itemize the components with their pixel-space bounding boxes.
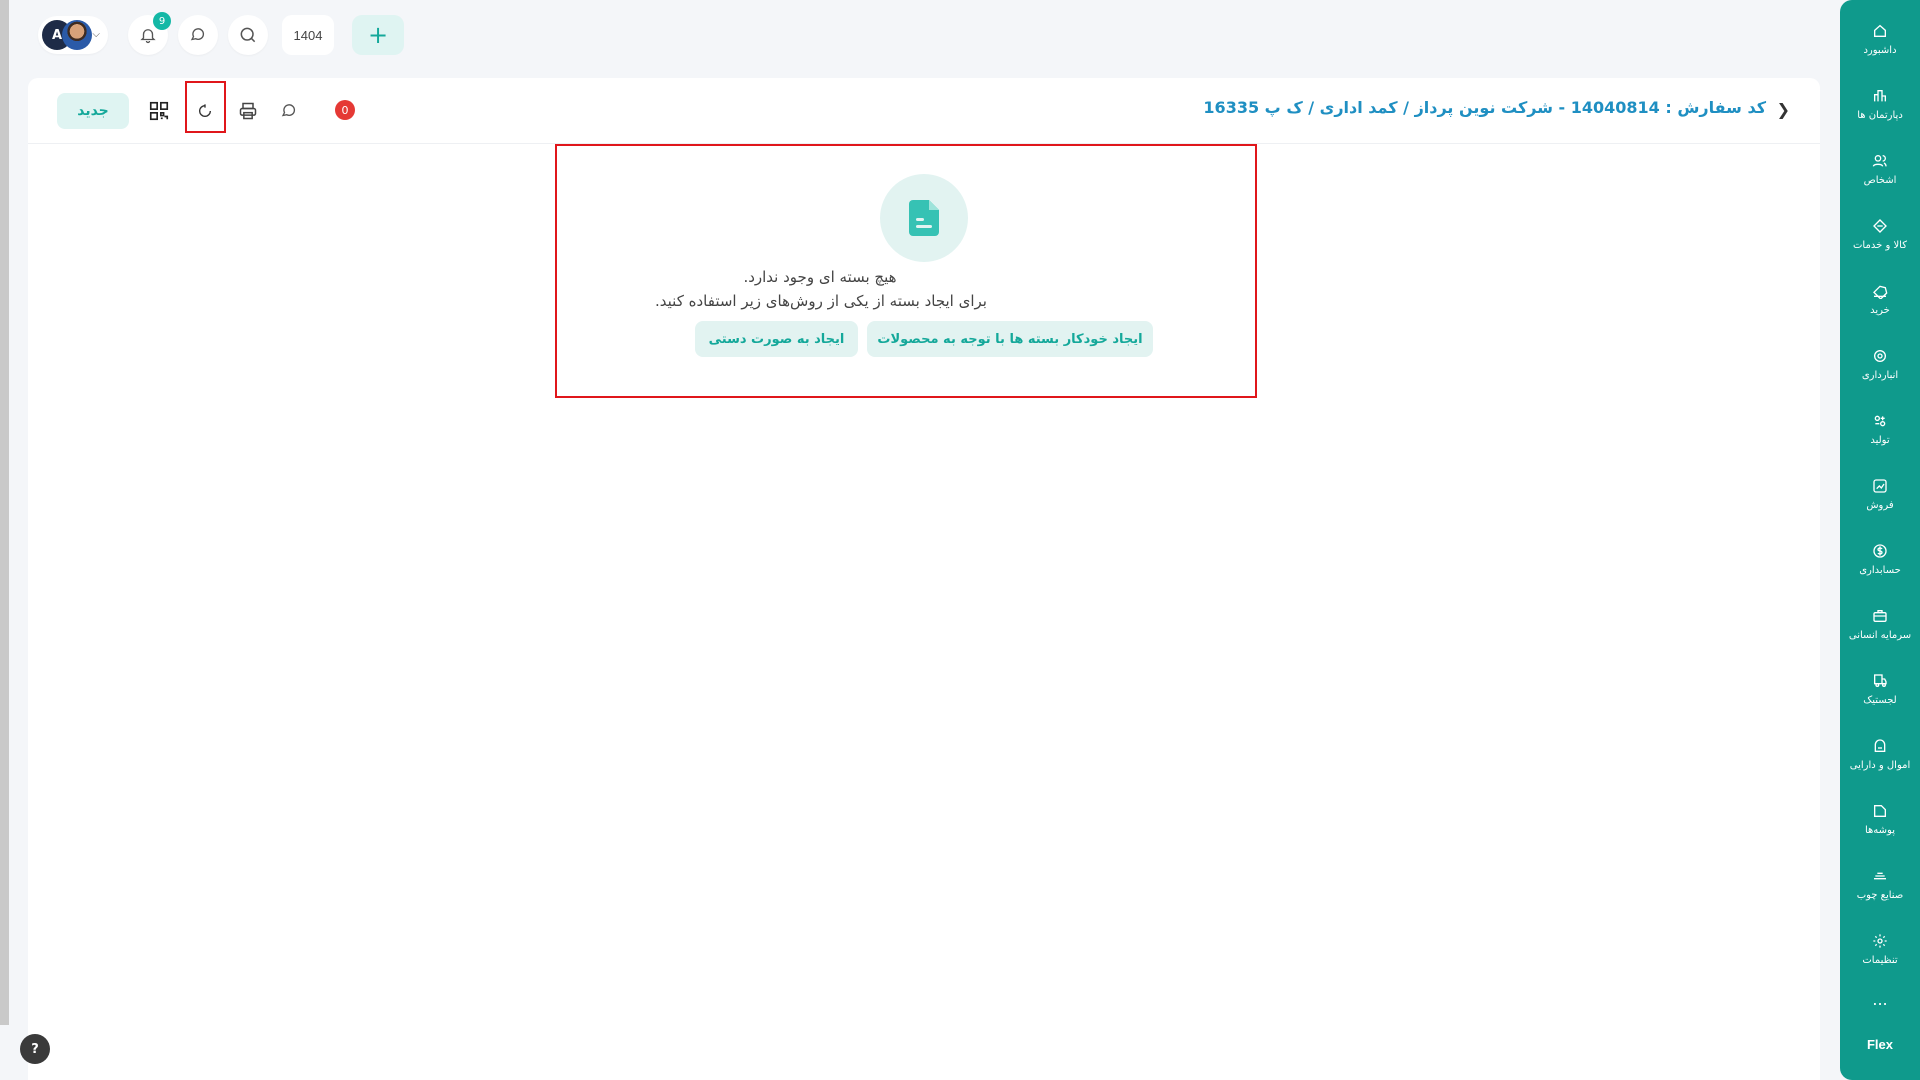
box-icon <box>1873 218 1887 233</box>
user-menu[interactable]: A ⌵ <box>38 16 108 54</box>
truck-icon <box>1874 673 1887 687</box>
sidebar-item-departments[interactable]: دپارتمان ها <box>1840 74 1920 134</box>
folder-icon <box>1874 804 1886 817</box>
sidebar-item-production[interactable]: تولید <box>1840 399 1920 459</box>
notification-badge: 9 <box>153 12 171 30</box>
chart-icon <box>1873 478 1887 493</box>
highlight-refresh <box>185 81 226 133</box>
new-button[interactable]: جدید <box>57 93 129 129</box>
home-icon <box>1874 24 1886 37</box>
empty-state-illustration <box>880 174 968 262</box>
sidebar: داشبورد دپارتمان ها اشخاص کالا و خدمات خ… <box>1840 0 1920 1080</box>
search-button[interactable] <box>228 15 268 55</box>
auto-create-packages-button[interactable]: ایجاد خودکار بسته ها با توجه به محصولات <box>867 321 1153 357</box>
chevron-right-icon[interactable]: ❯ <box>1777 100 1790 119</box>
document-icon <box>909 200 939 236</box>
factory-icon <box>1874 415 1886 426</box>
card-header: جدید 0 کد سفارش : 14040814 - شرکت نوین پ… <box>28 78 1820 144</box>
briefcase-icon <box>1873 609 1887 622</box>
sidebar-item-logistics[interactable]: لجستیک <box>1840 659 1920 719</box>
bell-icon <box>140 29 156 44</box>
add-button[interactable]: + <box>352 15 404 55</box>
sidebar-item-woodworking[interactable]: صنایع چوب <box>1840 854 1920 914</box>
page-scrollbar[interactable] <box>0 0 9 1025</box>
tag-icon <box>1873 285 1888 299</box>
comments-button[interactable] <box>276 98 302 124</box>
sidebar-item-human-capital[interactable]: سرمایه انسانی <box>1840 594 1920 654</box>
asset-icon <box>1874 738 1886 752</box>
manual-create-package-button[interactable]: ایجاد به صورت دستی <box>695 321 858 357</box>
dollar-icon <box>1873 543 1887 558</box>
count-badge: 0 <box>335 100 355 120</box>
notifications-button[interactable]: 9 <box>128 12 171 55</box>
sidebar-item-purchase[interactable]: خرید <box>1840 269 1920 329</box>
top-bar: A ⌵ 9 1404 + <box>28 0 1810 70</box>
sidebar-item-products[interactable]: کالا و خدمات <box>1840 204 1920 264</box>
sidebar-item-settings[interactable]: تنظیمات <box>1840 919 1920 979</box>
help-button[interactable]: ? <box>20 1034 50 1064</box>
flex-logo: Flex <box>1866 1037 1893 1052</box>
gear-icon <box>1873 933 1887 948</box>
chevron-down-icon: ⌵ <box>92 29 100 40</box>
sidebar-item-warehouse[interactable]: انبارداری <box>1840 334 1920 394</box>
search-icon <box>240 27 256 43</box>
chat-icon <box>190 28 205 41</box>
breadcrumb[interactable]: کد سفارش : 14040814 - شرکت نوین پرداز / … <box>1203 98 1766 117</box>
sidebar-item-folders[interactable]: پوشه‌ها <box>1840 789 1920 849</box>
sidebar-item-sales[interactable]: فروش <box>1840 464 1920 524</box>
printer-icon <box>239 102 257 120</box>
sidebar-more-button[interactable]: ... <box>1840 990 1920 1009</box>
sidebar-item-accounting[interactable]: حسابداری <box>1840 529 1920 589</box>
chat-icon <box>281 104 296 117</box>
empty-state-title: هیچ بسته ای وجود ندارد. <box>743 268 897 286</box>
sidebar-item-dashboard[interactable]: داشبورد <box>1840 9 1920 69</box>
qr-code-button[interactable] <box>146 98 172 124</box>
main-card: جدید 0 کد سفارش : 14040814 - شرکت نوین پ… <box>28 78 1820 1080</box>
empty-state-subtitle: برای ایجاد بسته از یکی از روش‌های زیر اس… <box>655 292 987 310</box>
print-button[interactable] <box>235 98 261 124</box>
users-icon <box>1872 154 1887 167</box>
avatar-photo <box>62 20 92 50</box>
wood-icon <box>1874 872 1886 879</box>
sidebar-item-people[interactable]: اشخاص <box>1840 139 1920 199</box>
chat-button[interactable] <box>178 15 218 55</box>
warehouse-icon <box>1874 349 1886 362</box>
qr-code-icon <box>149 101 169 121</box>
sidebar-item-assets[interactable]: اموال و دارایی <box>1840 724 1920 784</box>
building-icon <box>1874 89 1886 101</box>
fiscal-year-selector[interactable]: 1404 <box>282 15 334 55</box>
